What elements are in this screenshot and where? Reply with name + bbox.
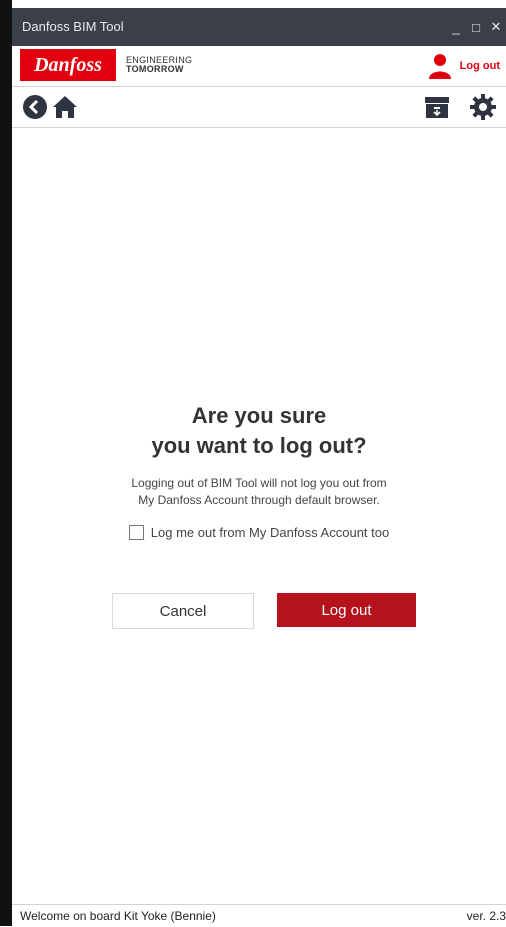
maximize-button[interactable]: □ — [466, 8, 486, 46]
cancel-button[interactable]: Cancel — [112, 593, 254, 629]
dialog-buttons: Cancel Log out — [12, 593, 506, 629]
brand-tagline: ENGINEERING TOMORROW — [126, 56, 192, 74]
account-logout-checkbox[interactable] — [128, 525, 144, 540]
close-button[interactable]: ✕ — [486, 8, 506, 46]
logout-link[interactable]: Log out — [460, 60, 500, 72]
account-logout-label[interactable]: Log me out from My Danfoss Account too — [151, 525, 389, 540]
window-left-edge — [0, 0, 12, 926]
app-content: Danfoss ENGINEERING TOMORROW Log out Are… — [12, 46, 506, 926]
dialog-title-line-1: Are you sure — [191, 403, 327, 428]
tagline-line-2: TOMORROW — [126, 64, 184, 74]
user-area[interactable]: Log out — [426, 52, 500, 80]
version-label: ver. 2.3 — [466, 909, 506, 923]
danfoss-logo: Danfoss — [20, 49, 116, 81]
nav-bar — [12, 87, 506, 128]
back-icon[interactable] — [22, 94, 48, 120]
logout-dialog: Are you sure you want to log out? Loggin… — [12, 401, 506, 629]
account-logout-option[interactable]: Log me out from My Danfoss Account too — [12, 525, 506, 540]
brand-bar: Danfoss ENGINEERING TOMORROW Log out — [12, 46, 506, 87]
status-bar: Welcome on board Kit Yoke (Bennie) ver. … — [12, 904, 506, 927]
user-icon — [428, 54, 451, 79]
title-bar: Danfoss BIM Tool _ □ ✕ — [12, 8, 506, 46]
dialog-title-line-2: you want to log out? — [151, 433, 367, 458]
dialog-message: Logging out of BIM Tool will not log you… — [12, 475, 506, 509]
window-title: Danfoss BIM Tool — [22, 19, 124, 34]
dialog-message-line-1: Logging out of BIM Tool will not log you… — [131, 476, 387, 490]
dialog-message-line-2: My Danfoss Account through default brows… — [138, 493, 380, 507]
minimize-button[interactable]: _ — [446, 8, 466, 46]
logout-button[interactable]: Log out — [277, 593, 416, 627]
archive-icon[interactable] — [424, 94, 450, 120]
app-window: Danfoss BIM Tool _ □ ✕ Danfoss ENGINEERI… — [0, 0, 506, 926]
gear-icon[interactable] — [470, 94, 496, 120]
logo-text: Danfoss — [34, 53, 102, 76]
window-controls: _ □ ✕ — [446, 8, 506, 46]
welcome-message: Welcome on board Kit Yoke (Bennie) — [20, 909, 216, 923]
home-icon[interactable] — [52, 94, 78, 120]
